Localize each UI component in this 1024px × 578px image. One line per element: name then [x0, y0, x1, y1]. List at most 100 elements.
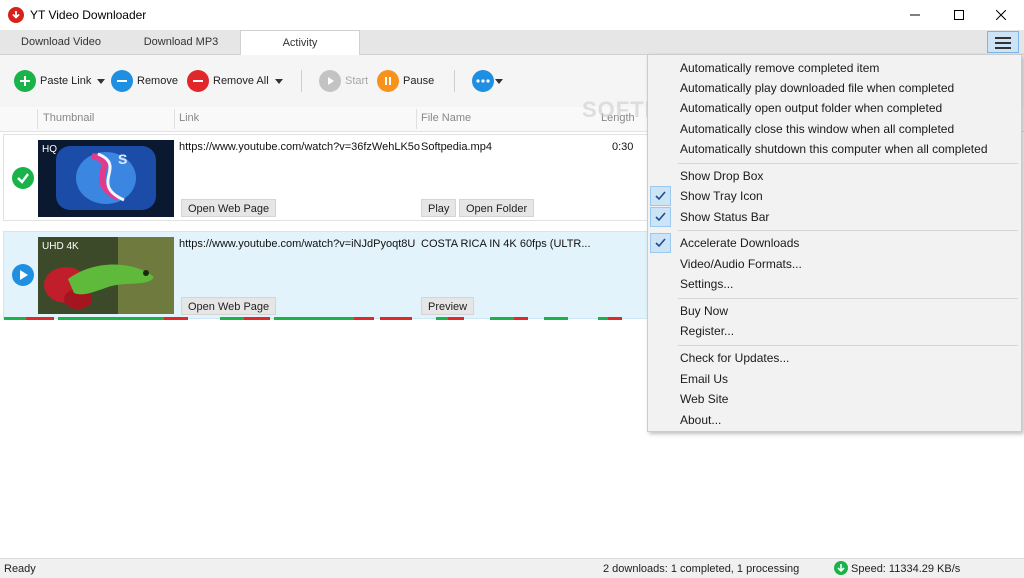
toolbar-divider [454, 70, 455, 92]
menu-item-settings[interactable]: Settings... [648, 274, 1021, 294]
menu-item-check-updates[interactable]: Check for Updates... [648, 348, 1021, 368]
menu-item-show-tray-icon[interactable]: Show Tray Icon [648, 186, 1021, 206]
file-name: COSTA RICA IN 4K 60fps (ULTR... [421, 238, 591, 250]
toolbar-divider [301, 70, 302, 92]
menu-item-label: Automatically open output folder when co… [680, 101, 943, 115]
menu-item-label: Settings... [680, 277, 734, 291]
download-summary: 2 downloads: 1 completed, 1 processing [603, 563, 800, 575]
column-thumbnail[interactable]: Thumbnail [43, 112, 94, 124]
menu-item-label: Automatically close this window when all… [680, 122, 955, 136]
paste-link-dropdown-icon[interactable] [97, 79, 105, 84]
menu-item-formats[interactable]: Video/Audio Formats... [648, 254, 1021, 274]
tab-download-video[interactable]: Download Video [0, 30, 122, 54]
menu-item-auto-play[interactable]: Automatically play downloaded file when … [648, 78, 1021, 98]
open-web-page-button[interactable]: Open Web Page [181, 297, 277, 315]
column-file-name[interactable]: File Name [421, 112, 471, 124]
video-thumbnail: UHD 4K [38, 237, 174, 314]
pause-button[interactable]: Pause [377, 69, 434, 93]
play-icon [12, 264, 34, 286]
menu-item-auto-close[interactable]: Automatically close this window when all… [648, 119, 1021, 139]
status-text: Ready [4, 563, 36, 575]
menu-item-label: About... [680, 413, 722, 427]
checkmark-icon [650, 207, 671, 227]
start-button[interactable]: Start [319, 69, 368, 93]
menu-item-show-drop-box[interactable]: Show Drop Box [648, 166, 1021, 186]
maximize-button[interactable] [936, 0, 982, 30]
preview-button[interactable]: Preview [421, 297, 475, 315]
menu-separator [678, 230, 1018, 231]
menu-separator [678, 298, 1018, 299]
menu-item-label: Automatically play downloaded file when … [680, 81, 955, 95]
video-length: 0:30 [612, 141, 634, 153]
paste-link-label: Paste Link [40, 75, 92, 87]
menu-button[interactable] [987, 31, 1019, 53]
tab-download-mp3[interactable]: Download MP3 [122, 30, 240, 54]
checkmark-icon [650, 186, 671, 206]
remove-all-button[interactable]: Remove All [187, 69, 269, 93]
play-button[interactable]: Play [421, 199, 457, 217]
menu-item-label: Automatically remove completed item [680, 61, 880, 75]
title-bar: YT Video Downloader [0, 0, 1024, 30]
remove-all-dropdown-icon[interactable] [275, 79, 283, 84]
checkmark-icon [650, 233, 671, 253]
options-menu: Automatically remove completed item Auto… [647, 54, 1022, 432]
menu-item-label: Accelerate Downloads [680, 236, 800, 250]
download-speed: Speed: 11334.29 KB/s [851, 563, 961, 575]
tab-activity[interactable]: Activity [240, 30, 360, 56]
video-link: https://www.youtube.com/watch?v=iNJdPyoq… [179, 238, 416, 250]
menu-item-accelerate-downloads[interactable]: Accelerate Downloads [648, 233, 1021, 253]
menu-item-email-us[interactable]: Email Us [648, 369, 1021, 389]
menu-item-label: Show Tray Icon [680, 189, 763, 203]
download-progress-bar [4, 317, 624, 320]
quality-badge: UHD 4K [42, 241, 79, 252]
svg-text:S: S [118, 151, 127, 167]
status-bar: Ready 2 downloads: 1 completed, 1 proces… [0, 558, 1024, 578]
menu-item-auto-shutdown[interactable]: Automatically shutdown this computer whe… [648, 139, 1021, 159]
menu-item-buy-now[interactable]: Buy Now [648, 301, 1021, 321]
menu-item-show-status-bar[interactable]: Show Status Bar [648, 207, 1021, 227]
pause-icon [377, 70, 399, 92]
tab-bar: Download Video Download MP3 Activity [0, 30, 1024, 56]
download-arrow-icon [8, 7, 24, 23]
close-button[interactable] [978, 0, 1024, 30]
video-link: https://www.youtube.com/watch?v=36fzWehL… [179, 141, 421, 153]
file-name: Softpedia.mp4 [421, 141, 492, 153]
column-link[interactable]: Link [179, 112, 199, 124]
paste-link-button[interactable]: Paste Link [14, 69, 91, 93]
menu-item-web-site[interactable]: Web Site [648, 389, 1021, 409]
open-web-page-button[interactable]: Open Web Page [181, 199, 277, 217]
menu-separator [678, 345, 1018, 346]
download-arrow-icon [834, 561, 848, 575]
minus-icon [111, 70, 133, 92]
menu-item-label: Show Drop Box [680, 169, 764, 183]
column-divider [174, 109, 175, 129]
minimize-button[interactable] [892, 0, 938, 30]
column-divider [416, 109, 417, 129]
remove-button[interactable]: Remove [111, 69, 178, 93]
menu-separator [678, 163, 1018, 164]
menu-item-register[interactable]: Register... [648, 321, 1021, 341]
window-title: YT Video Downloader [30, 8, 147, 22]
menu-item-label: Buy Now [680, 304, 729, 318]
menu-item-label: Check for Updates... [680, 351, 790, 365]
pause-label: Pause [403, 75, 435, 87]
column-divider [37, 109, 38, 129]
quality-badge: HQ [42, 144, 57, 155]
remove-all-label: Remove All [213, 75, 269, 87]
menu-item-label: Automatically shutdown this computer whe… [680, 142, 988, 156]
menu-item-label: Web Site [680, 392, 729, 406]
menu-item-auto-remove[interactable]: Automatically remove completed item [648, 58, 1021, 78]
menu-item-auto-open-folder[interactable]: Automatically open output folder when co… [648, 98, 1021, 118]
more-options-dropdown-icon[interactable] [495, 79, 503, 84]
menu-item-about[interactable]: About... [648, 410, 1021, 430]
checkmark-icon [12, 167, 34, 189]
ellipsis-icon [472, 70, 494, 92]
open-folder-button[interactable]: Open Folder [459, 199, 535, 217]
start-label: Start [345, 75, 369, 87]
menu-item-label: Register... [680, 324, 735, 338]
menu-item-label: Email Us [680, 372, 729, 386]
minus-icon [187, 70, 209, 92]
menu-item-label: Show Status Bar [680, 210, 770, 224]
play-icon [319, 70, 341, 92]
plus-icon [14, 70, 36, 92]
